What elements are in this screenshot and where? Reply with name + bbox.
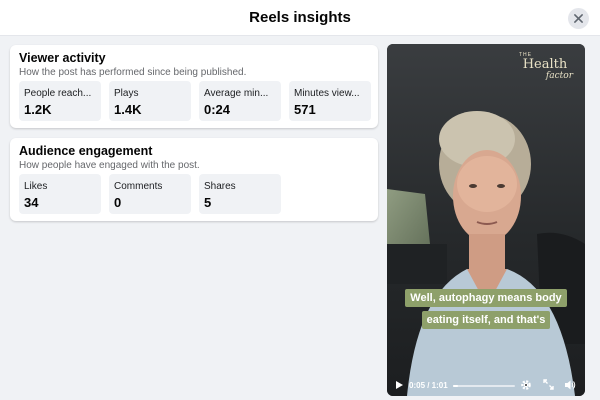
metric-value: 0:24 — [204, 102, 231, 117]
viewer-activity-title: Viewer activity — [19, 51, 106, 65]
metric-average-minutes[interactable]: Average min... 0:24 — [199, 81, 281, 121]
caption-text: eating itself, and that's — [421, 311, 551, 329]
caption-line-2: eating itself, and that's — [387, 310, 585, 329]
metric-likes[interactable]: Likes 34 — [19, 174, 101, 214]
metric-comments[interactable]: Comments 0 — [109, 174, 191, 214]
metric-label: Average min... — [204, 88, 269, 99]
volume-icon[interactable] — [564, 379, 576, 391]
video-controls: 0:05 / 1:01 — [387, 376, 585, 396]
dialog-title: Reels insights — [249, 9, 351, 26]
metric-people-reached[interactable]: People reach... 1.2K — [19, 81, 101, 121]
reels-insights-dialog: Reels insights Viewer activity How the p… — [0, 0, 600, 400]
metric-label: Shares — [204, 181, 236, 192]
audience-engagement-title: Audience engagement — [19, 144, 153, 158]
metric-label: Comments — [114, 181, 163, 192]
metric-plays[interactable]: Plays 1.4K — [109, 81, 191, 121]
viewer-activity-subtitle: How the post has performed since being p… — [19, 67, 247, 78]
expand-icon[interactable] — [543, 379, 554, 390]
play-icon[interactable] — [395, 380, 404, 390]
metric-value: 34 — [24, 195, 39, 210]
progress-bar[interactable] — [453, 385, 515, 387]
logo-script-text: factor — [545, 71, 573, 81]
dialog-header: Reels insights — [0, 0, 600, 36]
health-factor-logo: THE Health factor — [515, 52, 575, 81]
logo-main-text: Health — [522, 57, 568, 72]
metric-value: 1.2K — [24, 102, 52, 117]
progress-fill — [453, 385, 458, 387]
close-icon — [574, 14, 583, 23]
video-time: 0:05 / 1:01 — [409, 381, 448, 390]
caption-text: Well, autophagy means body — [405, 289, 567, 307]
metric-label: Likes — [24, 181, 48, 192]
video-frame — [387, 44, 585, 396]
metric-value: 0 — [114, 195, 122, 210]
close-button[interactable] — [568, 8, 589, 29]
metric-label: People reach... — [24, 88, 92, 99]
metric-label: Plays — [114, 88, 139, 99]
audience-engagement-card: Audience engagement How people have enga… — [10, 138, 378, 221]
gear-icon[interactable] — [520, 379, 532, 391]
reel-video-player[interactable]: THE Health factor Well, autophagy means … — [387, 44, 585, 396]
metric-value: 571 — [294, 102, 316, 117]
caption-line-1: Well, autophagy means body — [387, 288, 585, 307]
viewer-activity-card: Viewer activity How the post has perform… — [10, 45, 378, 128]
metric-minutes-viewed[interactable]: Minutes view... 571 — [289, 81, 371, 121]
audience-engagement-subtitle: How people have engaged with the post. — [19, 160, 200, 171]
metric-value: 5 — [204, 195, 212, 210]
metric-value: 1.4K — [114, 102, 142, 117]
metric-label: Minutes view... — [294, 88, 360, 99]
metric-shares[interactable]: Shares 5 — [199, 174, 281, 214]
